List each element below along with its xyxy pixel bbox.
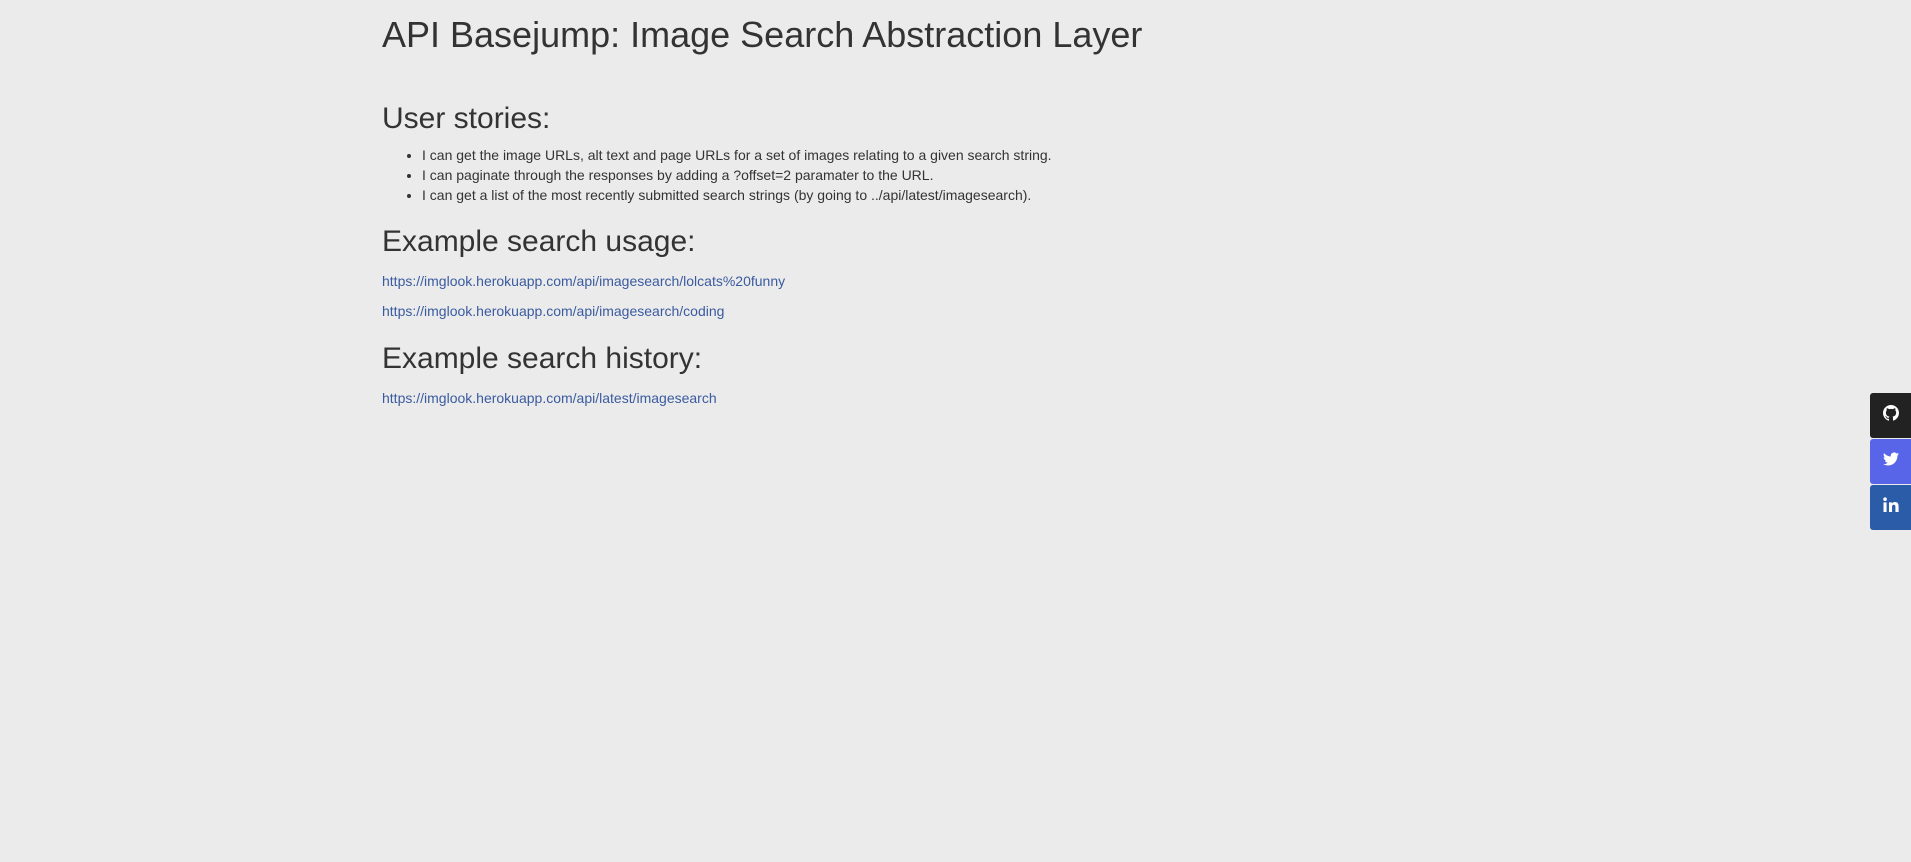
user-stories-heading: User stories: (382, 102, 551, 135)
search-usage-heading: Example search usage: (382, 225, 696, 258)
list-item: I can get a list of the most recently su… (422, 185, 1382, 205)
linkedin-icon (1882, 497, 1899, 518)
list-item: I can get the image URLs, alt text and p… (422, 145, 1382, 165)
linkedin-button[interactable] (1870, 485, 1911, 530)
search-history-heading: Example search history: (382, 342, 703, 375)
github-icon (1882, 405, 1899, 426)
twitter-icon (1882, 451, 1899, 472)
search-history-link[interactable]: https://imglook.herokuapp.com/api/latest… (382, 388, 1382, 408)
twitter-button[interactable] (1870, 439, 1911, 484)
list-item: I can paginate through the responses by … (422, 165, 1382, 185)
main-content: API Basejump: Image Search Abstraction L… (382, 0, 1382, 408)
search-usage-link-coding[interactable]: https://imglook.herokuapp.com/api/images… (382, 301, 1382, 321)
social-sidebar (1870, 393, 1911, 531)
page-title: API Basejump: Image Search Abstraction L… (382, 14, 1143, 55)
github-button[interactable] (1870, 393, 1911, 438)
search-usage-link-lolcats[interactable]: https://imglook.herokuapp.com/api/images… (382, 271, 1382, 291)
user-stories-list: I can get the image URLs, alt text and p… (382, 145, 1382, 205)
